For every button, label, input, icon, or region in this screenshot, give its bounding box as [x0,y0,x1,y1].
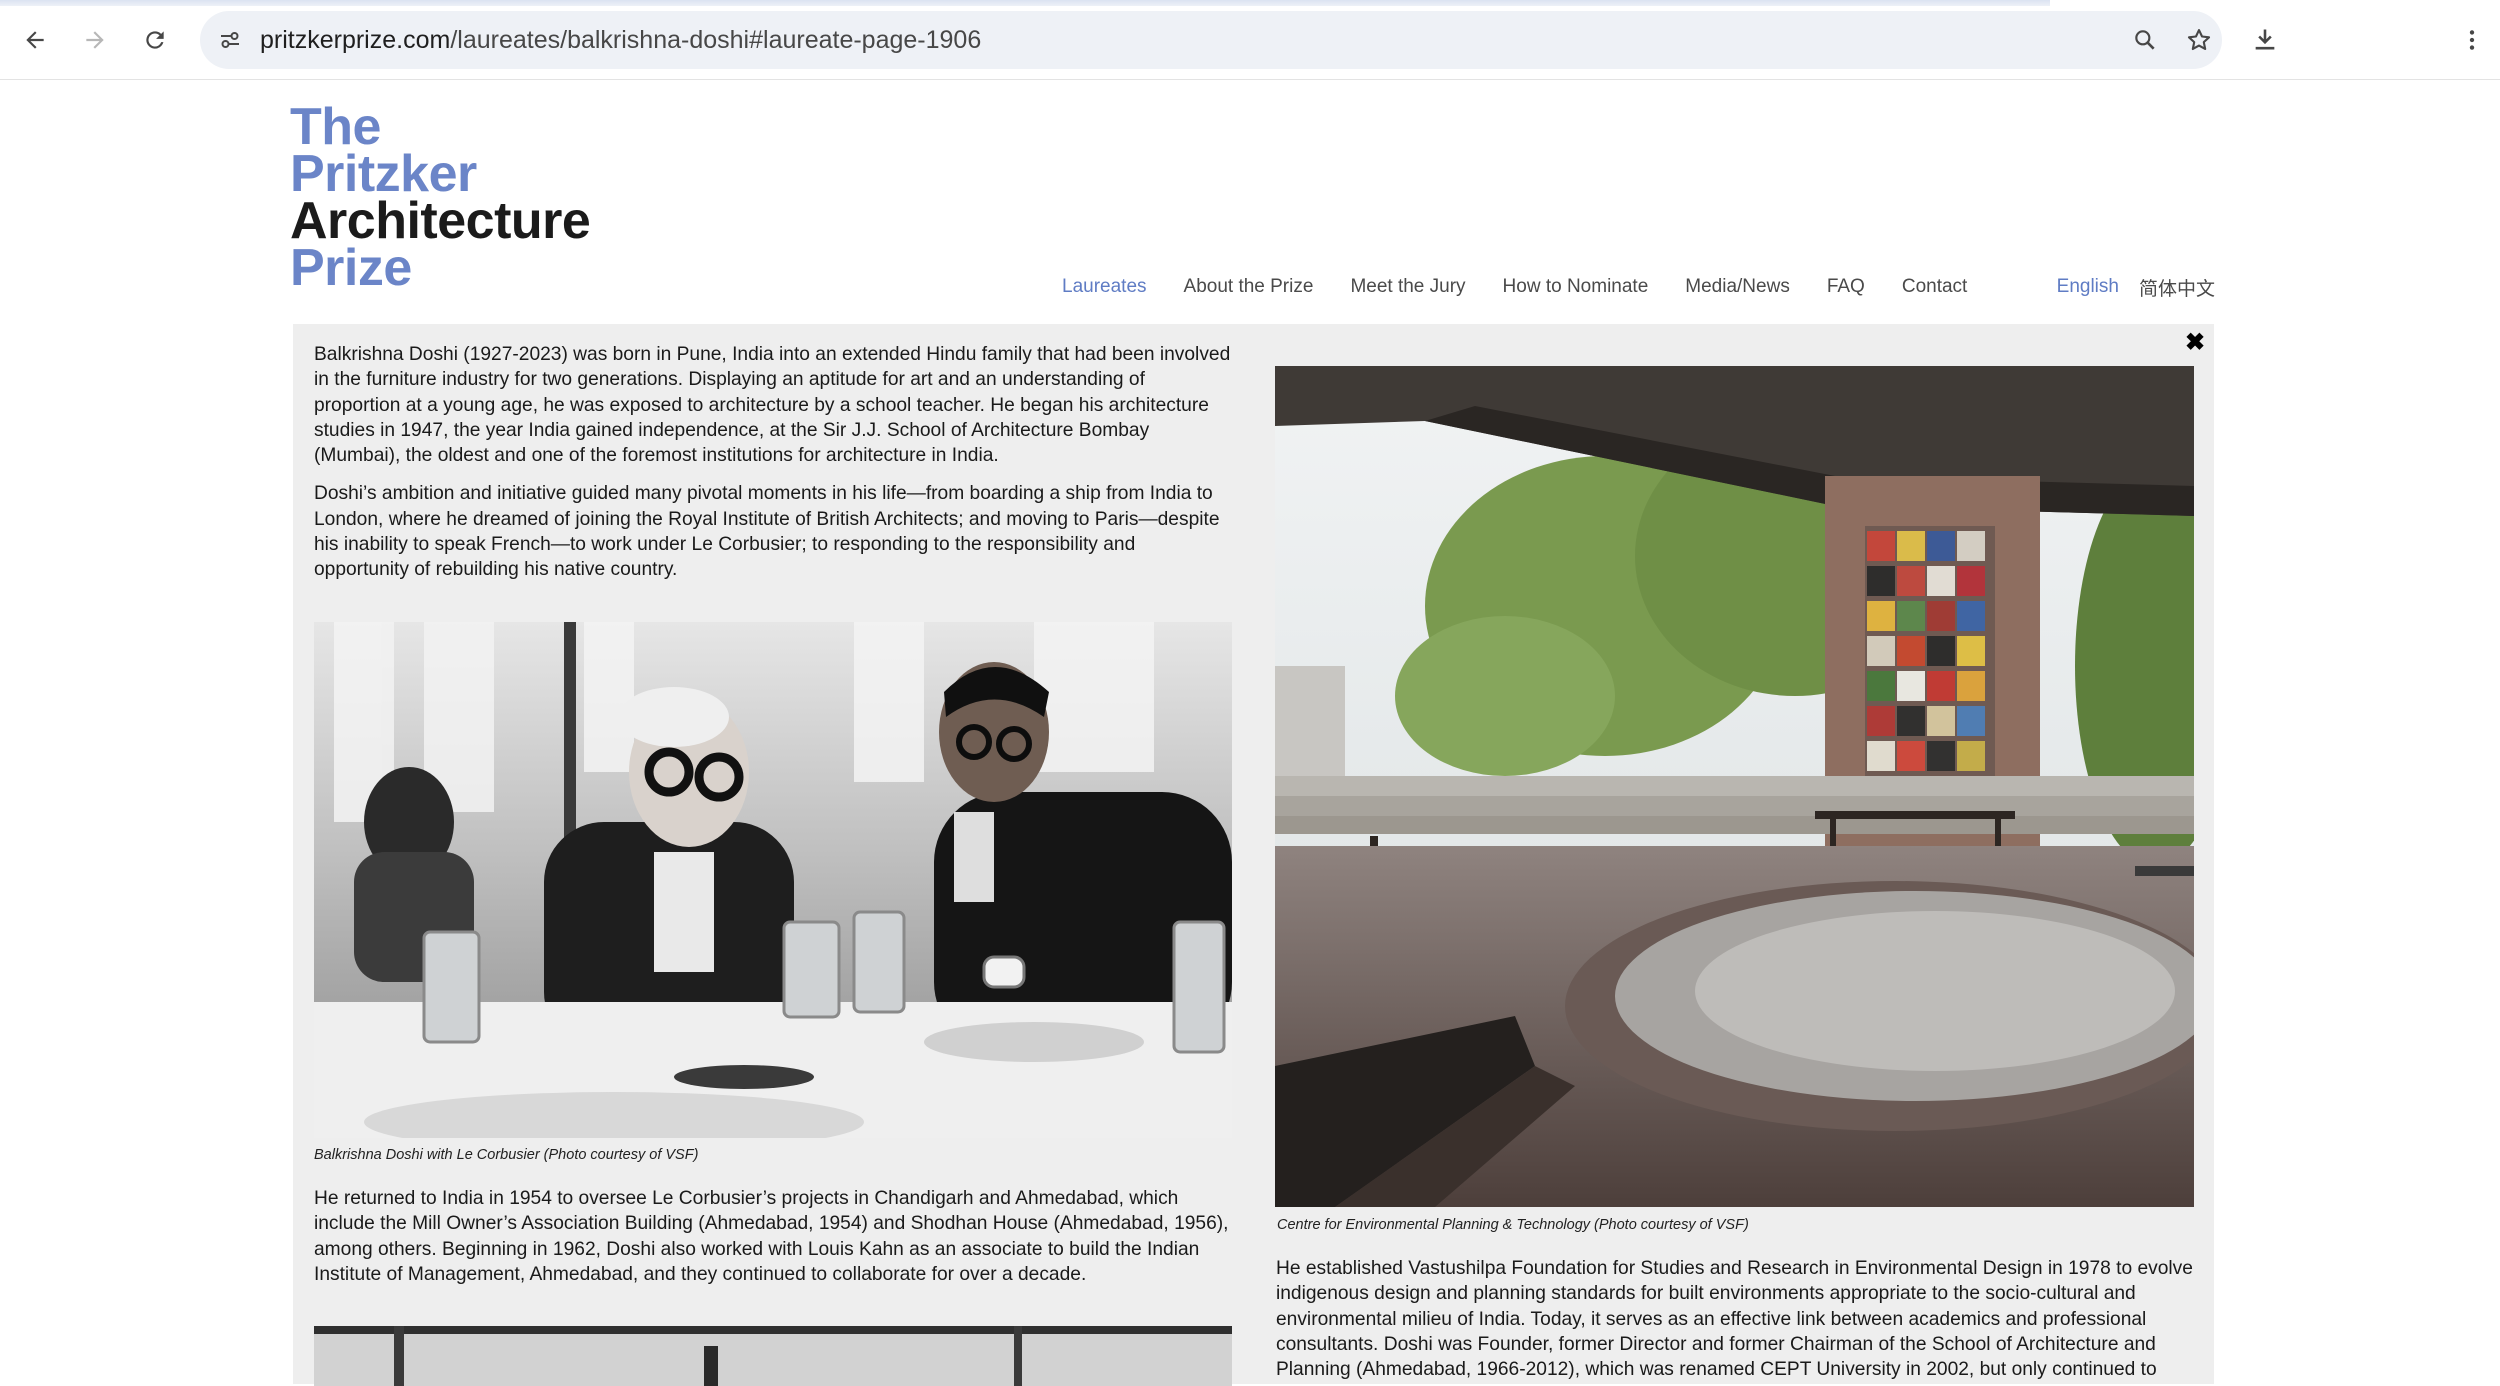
biography-left-column: Balkrishna Doshi (1927-2023) was born in… [314,342,1234,583]
nav-media-news[interactable]: Media/News [1685,276,1790,298]
address-bar[interactable]: pritzkerprize.com/laureates/balkrishna-d… [200,11,2222,69]
logo-line-pritzker: Pritzker [290,145,477,203]
photo-partial-bottom-image [314,1326,1232,1386]
close-icon[interactable]: ✖ [2182,330,2208,356]
bio-paragraph-3: He returned to India in 1954 to oversee … [314,1188,1229,1285]
forward-button[interactable] [73,18,117,62]
reload-icon [146,31,164,49]
forward-arrow-icon [86,31,104,49]
photo-partial-bottom [314,1326,1232,1386]
nav-about-the-prize[interactable]: About the Prize [1184,276,1314,298]
bio-paragraph-1: Balkrishna Doshi (1927-2023) was born in… [314,344,1231,467]
photo-caption-2: Centre for Environmental Planning & Tech… [1277,1217,1749,1233]
reload-button[interactable] [133,18,177,62]
bio-paragraph-2: Doshi’s ambition and initiative guided m… [314,483,1220,581]
url-path: /laureates/balkrishna-doshi#laureate-pag… [450,26,982,54]
photo-doshi-with-le-corbusier-image [314,622,1232,1138]
bio-paragraph-4: He established Vastushilpa Foundation fo… [1276,1258,2193,1381]
page-load-progress [0,0,2050,6]
url-domain: pritzkerprize.com [260,26,451,54]
browser-toolbar: pritzkerprize.com/laureates/balkrishna-d… [0,0,2500,80]
back-arrow-icon [26,31,44,49]
site-info-icon[interactable] [214,24,246,56]
logo-line-the: The [290,98,381,156]
zoom-icon[interactable] [2128,23,2162,57]
nav-faq[interactable]: FAQ [1827,276,1865,298]
browser-menu-button[interactable] [2450,18,2494,62]
nav-meet-the-jury[interactable]: Meet the Jury [1350,276,1465,298]
language-english[interactable]: English [2057,276,2119,298]
photo-doshi-with-le-corbusier [314,622,1232,1138]
language-chinese[interactable]: 简体中文 [2139,274,2215,301]
nav-how-to-nominate[interactable]: How to Nominate [1503,276,1649,298]
logo-line-prize: Prize [290,239,412,297]
download-button[interactable] [2243,18,2287,62]
site-logo[interactable]: The Pritzker Architecture Prize [290,98,620,297]
main-navigation: Laureates About the Prize Meet the Jury … [1060,272,2215,302]
download-icon [2255,29,2275,50]
photo-caption-1: Balkrishna Doshi with Le Corbusier (Phot… [314,1147,699,1163]
nav-laureates[interactable]: Laureates [1062,276,1147,298]
nav-contact[interactable]: Contact [1902,276,1967,298]
more-vert-icon [2469,30,2475,50]
url-text[interactable]: pritzkerprize.com/laureates/balkrishna-d… [260,25,981,55]
photo-cept-campus-image [1275,366,2194,1207]
back-button[interactable] [13,18,57,62]
bookmark-star-icon[interactable] [2182,23,2216,57]
photo-cept-campus [1275,366,2194,1207]
logo-line-architecture: Architecture [290,192,591,250]
